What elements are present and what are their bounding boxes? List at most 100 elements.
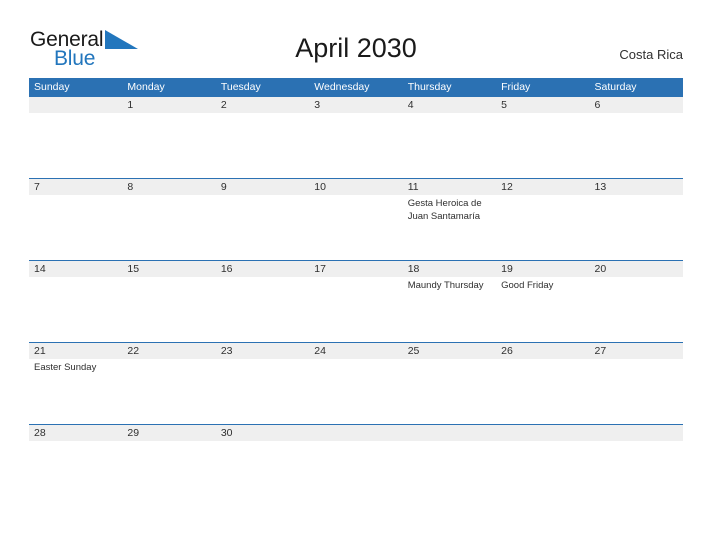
day-number[interactable]: 22 — [122, 343, 215, 359]
week-event-band: Gesta Heroica de Juan Santamaría — [29, 195, 683, 260]
day-cell[interactable] — [216, 441, 309, 506]
day-cell[interactable]: Good Friday — [496, 277, 589, 342]
day-number[interactable]: 3 — [309, 97, 402, 113]
day-cell[interactable] — [590, 359, 683, 424]
day-number[interactable]: 13 — [590, 179, 683, 195]
day-cell[interactable] — [496, 113, 589, 178]
day-number[interactable]: 28 — [29, 425, 122, 441]
day-number[interactable]: 27 — [590, 343, 683, 359]
day-cell[interactable] — [309, 441, 402, 506]
week-daynumber-band: 28 29 30 — [29, 425, 683, 441]
day-number[interactable]: 15 — [122, 261, 215, 277]
day-cell[interactable] — [309, 277, 402, 342]
day-cell[interactable] — [216, 113, 309, 178]
day-number[interactable]: 4 — [403, 97, 496, 113]
day-number[interactable]: 5 — [496, 97, 589, 113]
day-cell[interactable] — [309, 359, 402, 424]
weekday-monday: Monday — [127, 81, 165, 93]
day-cell[interactable] — [309, 195, 402, 260]
page-title: April 2030 — [295, 33, 417, 63]
day-cell[interactable] — [496, 359, 589, 424]
day-number[interactable]: 16 — [216, 261, 309, 277]
day-number[interactable]: 18 — [403, 261, 496, 277]
day-number[interactable]: 24 — [309, 343, 402, 359]
day-number[interactable]: 6 — [590, 97, 683, 113]
day-cell[interactable] — [29, 113, 122, 178]
day-number[interactable]: 2 — [216, 97, 309, 113]
day-event-text: Gesta Heroica de Juan Santamaría — [407, 198, 482, 222]
day-cell[interactable] — [403, 441, 496, 506]
weekday-thursday: Thursday — [407, 81, 452, 93]
day-cell[interactable]: Gesta Heroica de Juan Santamaría — [403, 195, 496, 260]
day-number[interactable]: 29 — [122, 425, 215, 441]
day-cell[interactable] — [122, 441, 215, 506]
day-number[interactable] — [590, 425, 683, 441]
day-cell[interactable] — [122, 195, 215, 260]
day-cell[interactable] — [590, 277, 683, 342]
week-daynumber-band: 7 8 9 10 11 12 13 — [29, 179, 683, 195]
weekday-wednesday: Wednesday — [314, 81, 370, 93]
week-row: 14 15 16 17 18 19 20 Maundy Thursday Goo… — [29, 260, 683, 342]
week-event-band: Maundy Thursday Good Friday — [29, 277, 683, 342]
day-cell[interactable] — [216, 195, 309, 260]
weekday-saturday: Saturday — [594, 81, 637, 93]
day-number[interactable]: 17 — [309, 261, 402, 277]
day-number[interactable]: 25 — [403, 343, 496, 359]
weekday-tuesday: Tuesday — [220, 81, 261, 93]
day-number[interactable] — [29, 97, 122, 113]
week-daynumber-band: 14 15 16 17 18 19 20 — [29, 261, 683, 277]
day-cell[interactable] — [216, 359, 309, 424]
day-cell[interactable] — [590, 113, 683, 178]
day-number[interactable]: 9 — [216, 179, 309, 195]
day-cell[interactable] — [122, 359, 215, 424]
day-number[interactable]: 21 — [29, 343, 122, 359]
day-cell[interactable] — [122, 113, 215, 178]
day-cell[interactable] — [496, 195, 589, 260]
week-row: 21 22 23 24 25 26 27 Easter Sunday — [29, 342, 683, 424]
week-daynumber-band: 1 2 3 4 5 6 — [29, 97, 683, 113]
day-number[interactable]: 11 — [403, 179, 496, 195]
day-number[interactable]: 1 — [122, 97, 215, 113]
day-cell[interactable] — [122, 277, 215, 342]
day-event-text: Maundy Thursday — [407, 280, 484, 291]
weekday-sunday: Sunday — [34, 81, 70, 93]
day-number[interactable]: 7 — [29, 179, 122, 195]
page-header: General Blue April 2030 Costa Rica — [0, 0, 712, 78]
week-event-band — [29, 113, 683, 178]
day-cell[interactable] — [590, 195, 683, 260]
day-number[interactable]: 23 — [216, 343, 309, 359]
day-cell[interactable] — [216, 277, 309, 342]
day-number[interactable]: 30 — [216, 425, 309, 441]
day-number[interactable] — [309, 425, 402, 441]
day-cell[interactable] — [590, 441, 683, 506]
day-number[interactable] — [403, 425, 496, 441]
day-number[interactable]: 14 — [29, 261, 122, 277]
day-number[interactable]: 8 — [122, 179, 215, 195]
week-event-band — [29, 441, 683, 506]
day-number[interactable] — [496, 425, 589, 441]
week-event-band: Easter Sunday — [29, 359, 683, 424]
day-cell[interactable] — [403, 113, 496, 178]
day-cell[interactable] — [29, 277, 122, 342]
day-cell[interactable] — [403, 359, 496, 424]
day-event-text: Easter Sunday — [34, 362, 97, 373]
day-cell[interactable]: Maundy Thursday — [403, 277, 496, 342]
day-cell[interactable] — [309, 113, 402, 178]
week-row: 1 2 3 4 5 6 — [29, 96, 683, 178]
weekday-friday: Friday — [501, 81, 531, 93]
day-cell[interactable] — [496, 441, 589, 506]
weekday-header-row: Sunday Monday Tuesday Wednesday Thursday… — [29, 78, 683, 96]
region-label: Costa Rica — [619, 47, 683, 62]
day-number[interactable]: 12 — [496, 179, 589, 195]
day-number[interactable]: 10 — [309, 179, 402, 195]
day-event-text: Good Friday — [501, 280, 554, 291]
week-daynumber-band: 21 22 23 24 25 26 27 — [29, 343, 683, 359]
day-cell[interactable] — [29, 441, 122, 506]
calendar-grid: Sunday Monday Tuesday Wednesday Thursday… — [29, 78, 683, 506]
day-cell[interactable] — [29, 195, 122, 260]
week-row: 28 29 30 — [29, 424, 683, 506]
day-number[interactable]: 20 — [590, 261, 683, 277]
day-number[interactable]: 19 — [496, 261, 589, 277]
day-cell[interactable]: Easter Sunday — [29, 359, 122, 424]
day-number[interactable]: 26 — [496, 343, 589, 359]
